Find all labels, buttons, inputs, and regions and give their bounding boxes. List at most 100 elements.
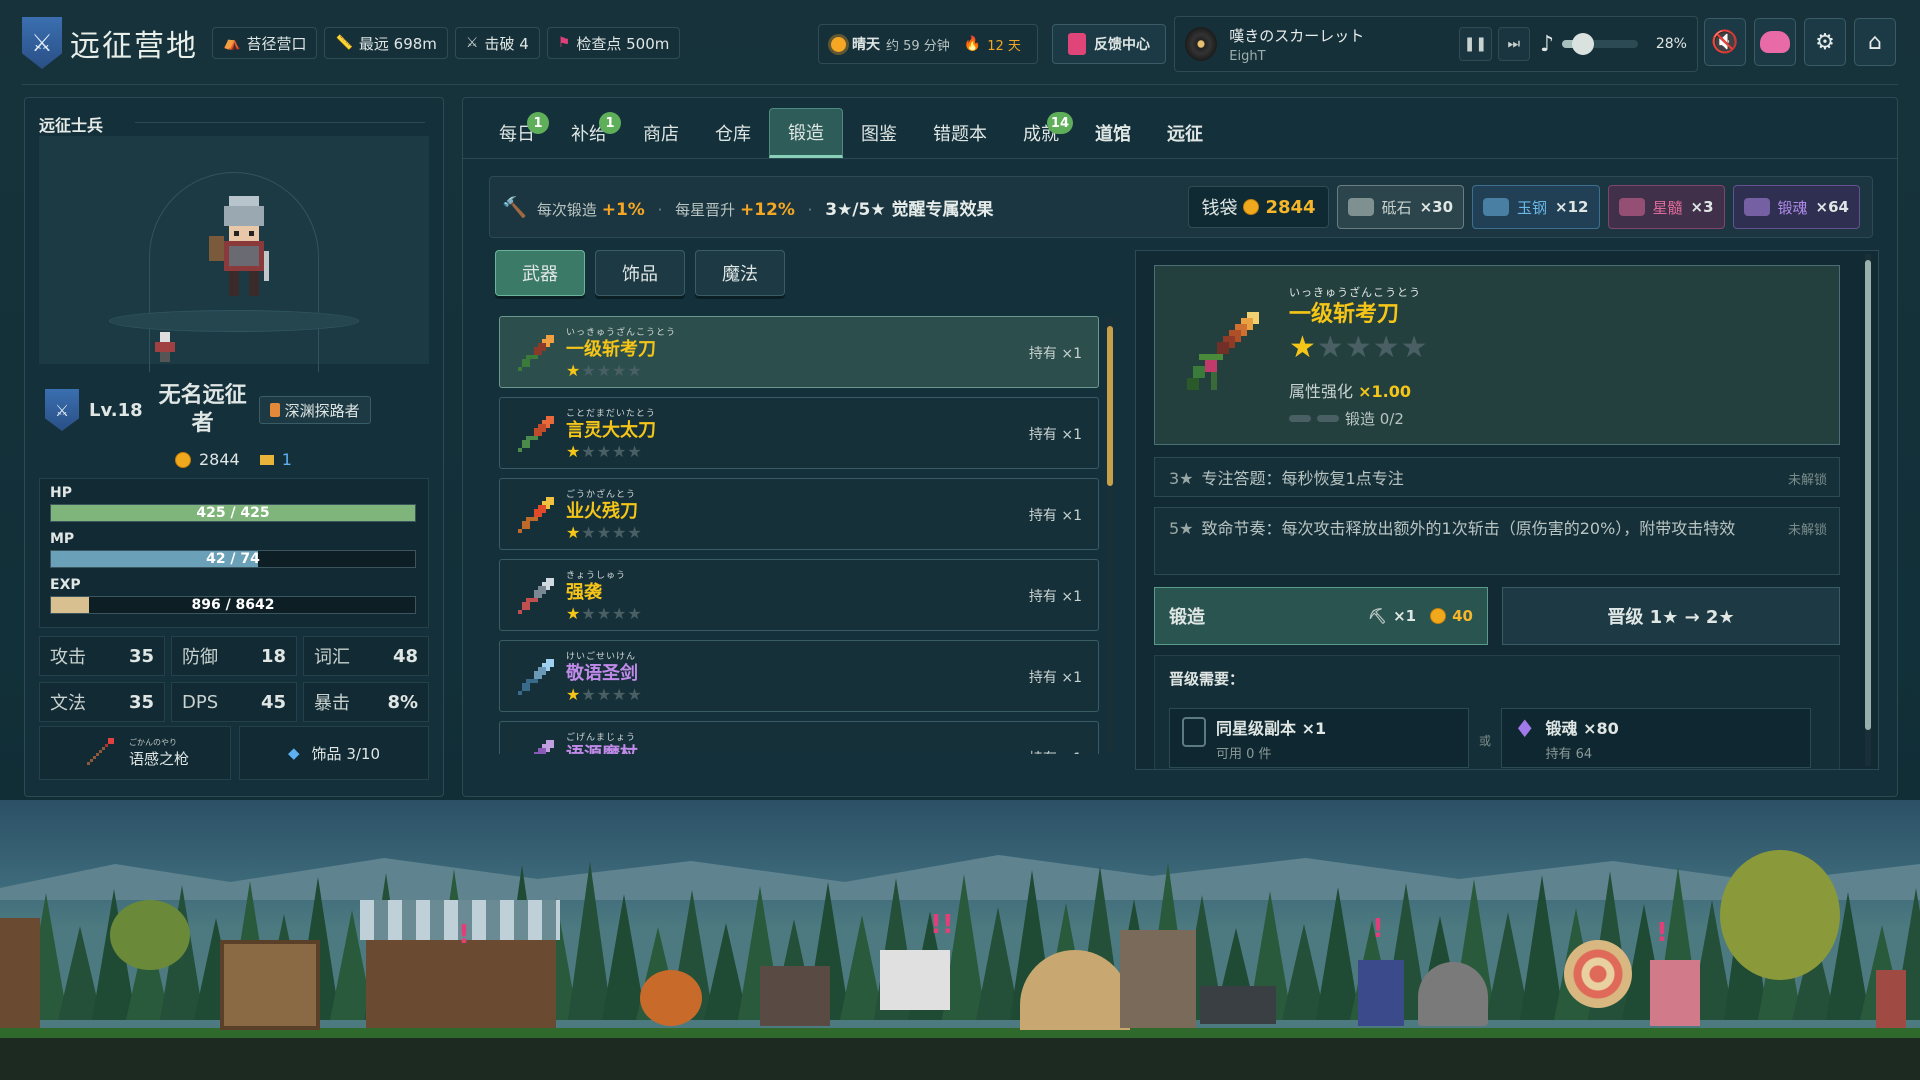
accessory-count: 饰品 3/10 [311,744,380,763]
forge-button[interactable]: 锻造 ⛏ ×1 40 [1154,587,1488,645]
accessory-slot[interactable]: ◆ 饰品 3/10 [239,726,429,780]
scrollbar-thumb[interactable] [1865,260,1871,730]
autumn-tree [1720,850,1840,980]
item-name: 语源魔杖 [566,740,638,754]
tab-3[interactable]: 仓库 [697,108,769,158]
sun-icon [831,36,846,52]
star-bonus-label: 每星晋升 [675,200,736,219]
owned-count: 持有 ×1 [1028,670,1082,686]
tab-8[interactable]: 道馆 [1077,108,1149,158]
star-icon: ★ [581,685,597,704]
settings-button[interactable]: ⚙ [1804,18,1846,66]
market-stall[interactable] [366,940,556,1028]
tab-4[interactable]: 锻造 [769,108,843,158]
material-2[interactable]: 星髓 ×3 [1607,185,1725,229]
stat-name: DPS [182,691,219,713]
brain-button[interactable] [1754,18,1796,66]
title-badge[interactable]: 深渊探路者 [258,396,371,424]
stat-name: 暴击 [314,693,350,714]
hp-bar: 425 / 425 [50,504,416,522]
tab-7[interactable]: 成就 14 [1005,108,1077,158]
sword-icon [518,416,554,452]
next-track-button[interactable]: ⏭ [1497,27,1530,61]
tab-0[interactable]: 每日 1 [481,108,553,158]
door[interactable] [1876,970,1906,1028]
effect-5star: 5★ 致命节奏：每次攻击释放出额外的1次斩击（原伤害的20%），附带攻击特效 未解… [1154,507,1840,575]
upgrade-button[interactable]: 晋级 1★ → 2★ [1502,587,1840,645]
stat-crit: 暴击 8% [303,682,429,722]
weather-time: 约 59 分钟 [886,38,950,54]
material-1[interactable]: 玉钢 ×12 [1472,185,1600,229]
weather-panel: 晴天 约 59 分钟 🔥 12 天 [818,24,1038,64]
farthest-chip[interactable]: 📏 最远 698m [324,27,448,59]
pause-button[interactable]: ❚❚ [1459,27,1492,61]
mute-button[interactable]: 🔇 [1704,18,1746,66]
mage-npc[interactable] [1358,960,1404,1026]
speaker-muted-icon: 🔇 [1711,29,1739,55]
requirements-title: 晋级需要： [1169,670,1245,688]
camp-icon: ⛺ [223,35,241,51]
defeats-chip[interactable]: ⚔ 击破 4 [454,27,540,59]
tab-2[interactable]: 商店 [625,108,697,158]
crate [220,940,320,1030]
main-panel: 每日 1 补给 1 商店 仓库 锻造 图鉴 错题本 成就 14 道馆 远征 🔨 每次锻造 +1% · 每… [462,97,1898,797]
subtab-accessories[interactable]: 饰品 [595,250,685,296]
item-row[interactable]: きょうしゅう 强袭 ★★★★★ 持有 ×1 [499,559,1099,631]
item-list-scrollbar[interactable] [1107,316,1113,754]
forge-info-bar: 🔨 每次锻造 +1% · 每星晋升 +12% · 3★/5★ 觉醒专属效果 钱袋… [489,176,1873,238]
tab-1[interactable]: 补给 1 [553,108,625,158]
material-0[interactable]: 砥石 ×30 [1336,185,1465,229]
mp-label: MP [50,531,75,547]
item-row[interactable]: いっきゅうざんこうとう 一级斩考刀 ★★★★★ 持有 ×1 [499,316,1099,388]
tab-9[interactable]: 远征 [1149,108,1221,158]
stat-name: 文法 [50,693,86,714]
ticket-count: 1 [281,450,292,469]
detail-scrollbar[interactable] [1865,254,1871,766]
ticket-icon [259,454,274,465]
pumpkin [640,970,702,1026]
awaken-text: 3★/5★ 觉醒专属效果 [825,199,994,220]
gravestone [1418,962,1488,1026]
notification-badge: 1 [599,112,621,134]
tab-6[interactable]: 错题本 [915,108,1005,158]
requirement-copy[interactable]: 同星级副本 ×1 可用 0 件 [1169,708,1469,768]
checkpoint-label: 检查点 500m [576,34,670,53]
tab-5[interactable]: 图鉴 [843,108,915,158]
material-3[interactable]: 锻魂 ×64 [1732,185,1860,229]
stat-value: 45 [260,691,286,713]
scrollbar-thumb[interactable] [1107,326,1113,486]
stat-defense: 防御 18 [171,636,297,676]
volume-knob[interactable] [1572,33,1595,55]
item-row[interactable]: ことだまだいたとう 言灵大太刀 ★★★★★ 持有 ×1 [499,397,1099,469]
character-level: Lv.18 [89,399,143,421]
well[interactable] [1120,930,1196,1028]
subtab-magic[interactable]: 魔法 [695,250,785,296]
item-row[interactable]: ごげんまじょう语源魔杖★★★★★持有 ×1 [499,721,1099,754]
requirement-soul[interactable]: ♦ 锻魂 ×80 持有 64 [1501,708,1811,768]
star-icon: ★ [581,523,597,542]
archery-target[interactable] [1564,940,1632,1008]
location-chip[interactable]: ⛺ 苔径营口 [212,27,318,59]
volume-slider[interactable] [1561,33,1638,55]
feedback-button[interactable]: 反馈中心 [1052,24,1166,64]
progress-pip [1317,415,1339,422]
item-row[interactable]: ごうかざんとう 业火残刀 ★★★★★ 持有 ×1 [499,478,1099,550]
item-row[interactable]: けいごせいけん 敬语圣剑 ★★★★★ 持有 ×1 [499,640,1099,712]
archer-npc[interactable] [1650,960,1700,1026]
checkpoint-chip[interactable]: ⚑ 检查点 500m [546,27,681,59]
feedback-icon [1068,33,1086,55]
diamond-icon: ◆ [288,744,300,762]
stat-value: 18 [260,645,286,667]
campfire-chef[interactable] [880,950,950,1010]
camp-scene: ! !! ! ! [0,800,1920,1080]
star-icon: ★ [566,361,582,380]
tab-bar: 每日 1 补给 1 商店 仓库 锻造 图鉴 错题本 成就 14 道馆 远征 [481,108,1221,158]
whetstone-icon: ⛏ [1368,607,1388,625]
home-button[interactable]: ⌂ [1854,18,1896,66]
sword-icon [1187,312,1259,390]
level-row: ⚔ Lv.18 无名远征者 深渊探路者 [45,380,435,440]
subtab-weapons[interactable]: 武器 [495,250,585,296]
anvil[interactable] [1200,986,1276,1024]
or-label: 或 [1479,734,1492,748]
equipped-weapon-slot[interactable]: ごかんのやり 语感之枪 [39,726,231,780]
